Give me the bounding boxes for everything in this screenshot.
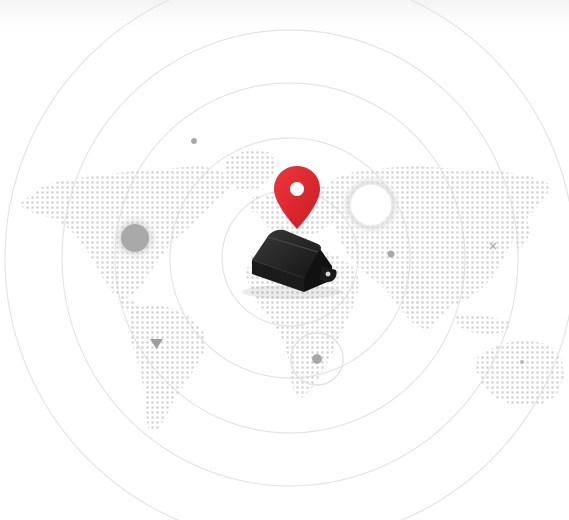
tracking-illustration: [0, 0, 569, 520]
pin-hole: [290, 182, 304, 196]
blip-north-america: [121, 224, 149, 252]
gps-tracker-device: [242, 229, 342, 299]
blip-dot: [191, 138, 197, 144]
blip-dot: [387, 250, 395, 258]
blip-dot: [520, 360, 524, 364]
continent-australia: [476, 340, 564, 406]
continent-indonesia: [456, 314, 512, 334]
device-tab-hole: [325, 271, 331, 277]
continent-greenland: [225, 150, 278, 192]
blip-asia: [351, 185, 391, 225]
world-map-scene: [0, 0, 569, 520]
continent-south-america: [128, 304, 206, 432]
top-fade: [0, 0, 569, 40]
blip-africa: [312, 354, 322, 364]
